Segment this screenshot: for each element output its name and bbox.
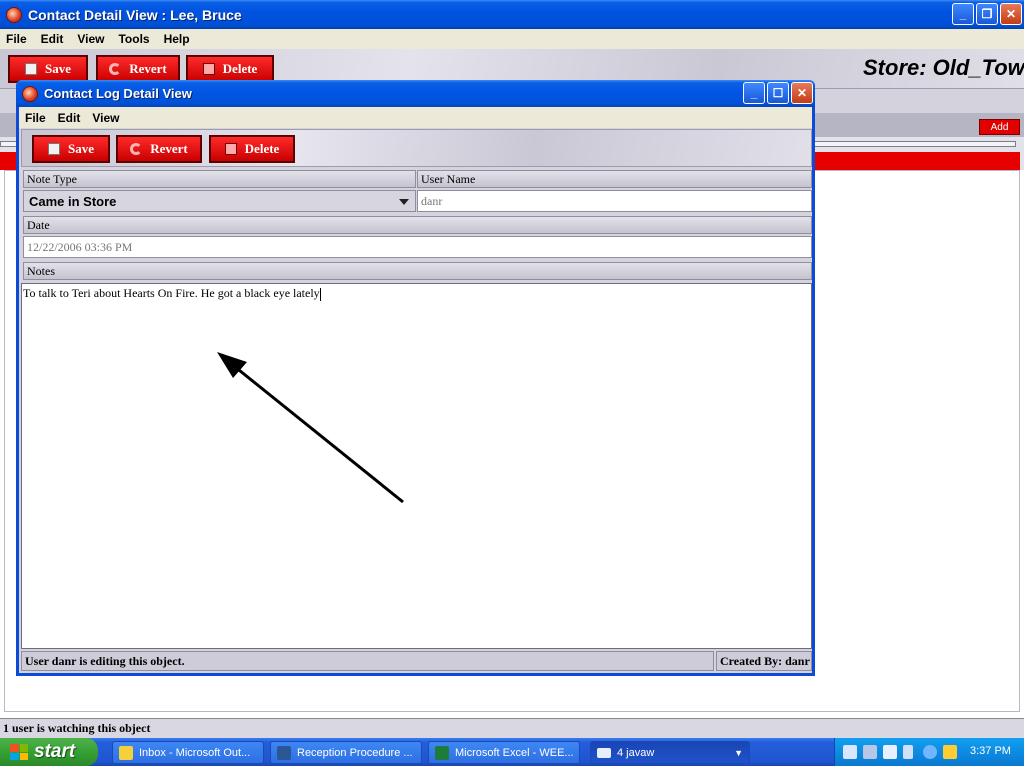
save-button[interactable]: Save (8, 55, 88, 83)
task-label: Microsoft Excel - WEE... (455, 746, 574, 759)
start-button[interactable]: start (0, 738, 98, 766)
dialog-save-label: Save (68, 141, 94, 156)
task-label: Inbox - Microsoft Out... (139, 746, 251, 759)
main-window-titlebar[interactable]: Contact Detail View : Lee, Bruce _ ❐ ✕ (0, 0, 1024, 29)
task-label: 4 javaw (617, 746, 655, 759)
help-icon[interactable] (883, 745, 897, 759)
revert-icon (109, 63, 122, 75)
dialog-menubar: File Edit View (19, 107, 812, 128)
dialog-maximize-button[interactable]: ☐ (767, 82, 789, 104)
desktop: Contact Detail View : Lee, Bruce _ ❐ ✕ F… (0, 0, 1024, 766)
window-group-icon (597, 747, 611, 758)
add-button[interactable]: Add (979, 119, 1020, 135)
main-window-title: Contact Detail View : Lee, Bruce (28, 6, 242, 23)
note-type-value: Came in Store (29, 193, 117, 209)
notes-label: Notes (23, 262, 812, 280)
editing-status: User danr is editing this object. (21, 651, 714, 671)
dialog-app-icon (22, 85, 38, 102)
task-excel[interactable]: Microsoft Excel - WEE... (428, 741, 580, 764)
menu-tools[interactable]: Tools (118, 32, 149, 46)
outlook-icon (119, 745, 133, 760)
menu-help[interactable]: Help (164, 32, 190, 46)
minimize-icon: _ (750, 86, 758, 100)
windows-logo-icon (10, 744, 28, 760)
date-field[interactable]: 12/22/2006 03:36 PM (23, 236, 812, 258)
notes-textarea[interactable]: To talk to Teri about Hearts On Fire. He… (21, 283, 812, 649)
dialog-title: Contact Log Detail View (44, 86, 192, 101)
task-reception[interactable]: Reception Procedure ... (270, 741, 422, 764)
user-name-field[interactable]: danr (417, 190, 812, 212)
restore-icon: ❐ (981, 7, 993, 21)
excel-icon (435, 745, 449, 760)
word-icon (277, 745, 291, 760)
app-icon (6, 6, 22, 23)
main-menubar: File Edit View Tools Help (0, 29, 1024, 49)
contact-log-dialog: Contact Log Detail View _ ☐ ✕ File Edit … (16, 80, 815, 676)
revert-icon (130, 143, 143, 155)
dialog-menu-file[interactable]: File (25, 111, 46, 125)
dialog-delete-label: Delete (244, 141, 280, 156)
delete-icon (224, 143, 237, 155)
network-icon[interactable] (863, 745, 877, 759)
watching-status: 1 user is watching this object (0, 718, 1024, 738)
dialog-minimize-button[interactable]: _ (743, 82, 765, 104)
taskbar: start Inbox - Microsoft Out... Reception… (0, 738, 1024, 766)
save-label: Save (45, 61, 71, 76)
minimize-icon: _ (959, 7, 967, 21)
date-label: Date (23, 216, 812, 234)
dialog-revert-label: Revert (150, 141, 188, 156)
main-window-controls: _ ❐ ✕ (952, 3, 1022, 25)
start-label: start (34, 741, 76, 762)
close-button[interactable]: ✕ (1000, 3, 1022, 25)
user-name-label: User Name (417, 170, 812, 188)
store-label: Store: Old_Town (863, 55, 1024, 80)
delete-button[interactable]: Delete (186, 55, 274, 83)
text-caret (319, 287, 321, 301)
dialog-revert-button[interactable]: Revert (116, 135, 202, 163)
chevron-down-icon (399, 199, 409, 205)
dialog-close-button[interactable]: ✕ (791, 82, 813, 104)
dialog-delete-button[interactable]: Delete (209, 135, 295, 163)
restore-button[interactable]: ❐ (976, 3, 998, 25)
dialog-menu-view[interactable]: View (92, 111, 119, 125)
close-icon: ✕ (1005, 7, 1017, 21)
chevron-down-icon: ▼ (734, 747, 743, 758)
delete-icon (202, 63, 215, 75)
chevron-left-icon[interactable] (923, 745, 937, 759)
printer-icon[interactable] (903, 745, 913, 759)
dialog-controls: _ ☐ ✕ (743, 82, 813, 104)
clock: 3:37 PM (970, 745, 1011, 757)
minimize-button[interactable]: _ (952, 3, 974, 25)
task-javaw[interactable]: 4 javaw ▼ (590, 741, 750, 764)
note-type-select[interactable]: Came in Store (23, 190, 416, 212)
dialog-save-button[interactable]: Save (32, 135, 110, 163)
revert-label: Revert (129, 61, 167, 76)
notes-text: To talk to Teri about Hearts On Fire. He… (23, 286, 320, 300)
save-icon (48, 143, 60, 155)
dialog-toolbar: Save Revert Delete (21, 129, 812, 167)
task-inbox[interactable]: Inbox - Microsoft Out... (112, 741, 264, 764)
task-label: Reception Procedure ... (297, 746, 413, 759)
close-icon: ✕ (796, 86, 808, 100)
menu-view[interactable]: View (77, 32, 104, 46)
security-icon[interactable] (943, 745, 957, 759)
maximize-icon: ☐ (772, 86, 784, 100)
menu-edit[interactable]: Edit (41, 32, 64, 46)
system-tray: 3:37 PM (834, 738, 1024, 766)
pen-icon[interactable] (843, 745, 857, 759)
revert-button[interactable]: Revert (96, 55, 180, 83)
dialog-menu-edit[interactable]: Edit (58, 111, 81, 125)
menu-file[interactable]: File (6, 32, 27, 46)
save-icon (25, 63, 37, 75)
created-by-status: Created By: danr (716, 651, 812, 671)
note-type-label: Note Type (23, 170, 416, 188)
dialog-titlebar[interactable]: Contact Log Detail View _ ☐ ✕ (16, 80, 815, 107)
delete-label: Delete (222, 61, 258, 76)
